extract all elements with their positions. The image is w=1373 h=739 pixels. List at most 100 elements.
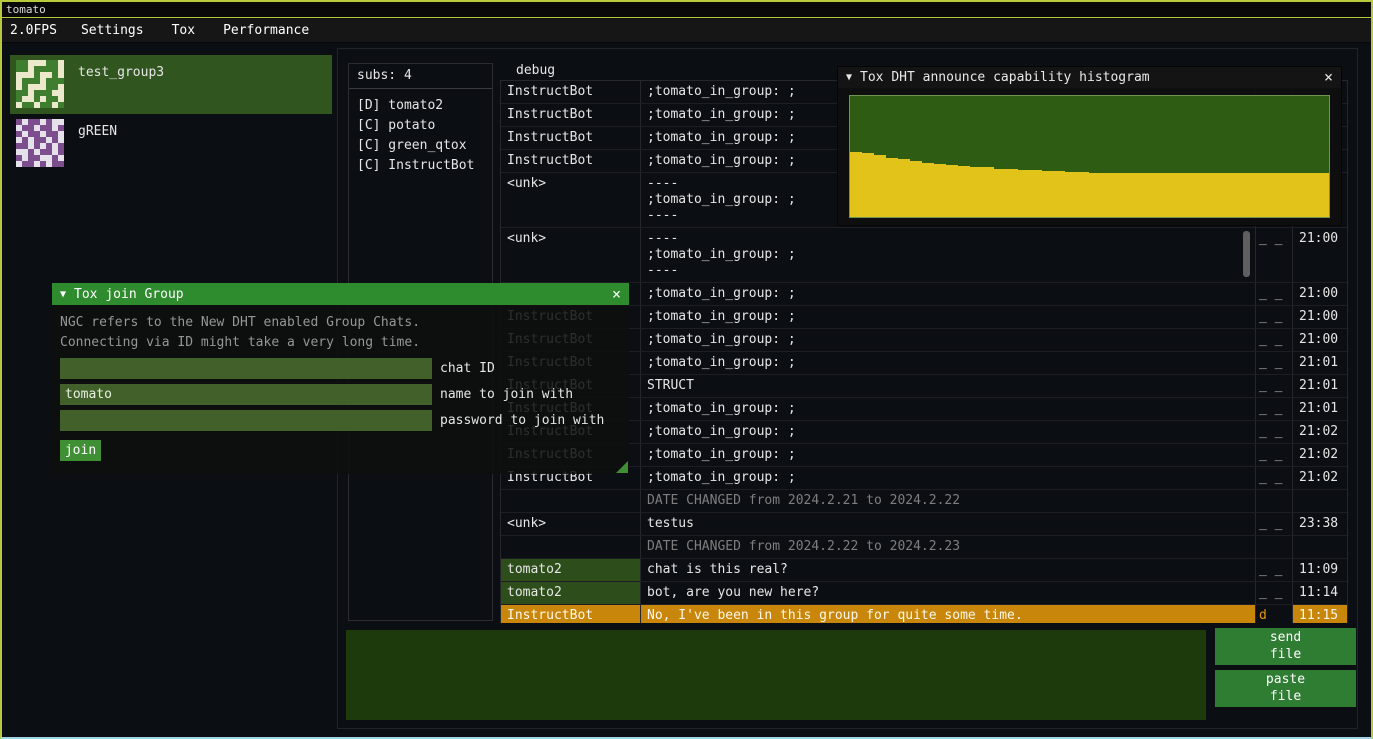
histogram-bar [1125, 173, 1137, 217]
histogram-bar [1113, 173, 1125, 217]
group-avatar [16, 60, 64, 108]
histogram-bar [982, 167, 994, 217]
histogram-bar [958, 166, 970, 217]
message-time: 11:15 [1293, 605, 1347, 623]
collapse-arrow-icon[interactable]: ▼ [846, 72, 852, 83]
contact-list: test_group3 gREEN [10, 55, 332, 173]
histogram-bar [1137, 173, 1149, 217]
histogram-bar [1101, 173, 1113, 217]
message-text: chat is this real? [641, 559, 1256, 581]
join-group-title: Tox join Group [74, 287, 184, 302]
message-time: 21:02 [1293, 444, 1347, 466]
histogram-bar [1185, 173, 1197, 217]
message-flags: _ _ [1256, 228, 1293, 282]
histogram-bar [1293, 173, 1305, 217]
message-author: <unk> [501, 173, 641, 227]
message-time: 21:01 [1293, 352, 1347, 374]
message-time: 23:38 [1293, 513, 1347, 535]
close-icon[interactable]: × [612, 287, 621, 302]
message-text: ;tomato_in_group: ; [641, 352, 1256, 374]
message-text: DATE CHANGED from 2024.2.22 to 2024.2.23 [641, 536, 1256, 558]
fps-counter: 2.0FPS [2, 23, 67, 38]
dht-histogram-title: Tox DHT announce capability histogram [860, 70, 1150, 85]
message-row[interactable]: tomato2bot, are you new here?_ _11:14 [501, 582, 1347, 605]
date-separator-row[interactable]: DATE CHANGED from 2024.2.22 to 2024.2.23 [501, 536, 1347, 559]
subs-member[interactable]: [C] InstructBot [357, 156, 484, 176]
message-flags: _ _ [1256, 559, 1293, 581]
message-row[interactable]: tomato2chat is this real?_ _11:09 [501, 559, 1347, 582]
window-title: tomato [6, 3, 46, 16]
contact-name: test_group3 [78, 60, 164, 80]
join-group-window: ▼ Tox join Group × NGC refers to the New… [52, 283, 629, 474]
date-separator-row[interactable]: DATE CHANGED from 2024.2.21 to 2024.2.22 [501, 490, 1347, 513]
message-input[interactable] [346, 630, 1206, 720]
histogram-bar [1281, 173, 1293, 217]
collapse-arrow-icon[interactable]: ▼ [60, 289, 66, 300]
message-flags: _ _ [1256, 582, 1293, 604]
message-text: STRUCT [641, 375, 1256, 397]
message-author: InstructBot [501, 127, 641, 149]
join-password-label: password to join with [440, 413, 604, 428]
histogram-bar [1161, 173, 1173, 217]
histogram-bar [1006, 169, 1018, 217]
histogram-bar [1317, 173, 1329, 217]
message-flags: _ _ [1256, 467, 1293, 489]
histogram-bar [1221, 173, 1233, 217]
join-name-input[interactable] [60, 384, 432, 405]
contact-item-test-group3[interactable]: test_group3 [10, 55, 332, 114]
message-flags: _ _ [1256, 352, 1293, 374]
histogram-bar [1149, 173, 1161, 217]
histogram-bar [910, 161, 922, 217]
message-author: InstructBot [501, 81, 641, 103]
message-flags: _ _ [1256, 375, 1293, 397]
close-icon[interactable]: × [1324, 70, 1333, 85]
join-password-input[interactable] [60, 410, 432, 431]
chat-id-input[interactable] [60, 358, 432, 379]
message-row[interactable]: <unk>---- ;tomato_in_group: ; ----_ _21:… [501, 228, 1347, 283]
contact-item-green[interactable]: gREEN [10, 114, 332, 173]
join-group-body: NGC refers to the New DHT enabled Group … [52, 305, 629, 474]
subs-header: subs: 4 [349, 64, 492, 89]
message-author: InstructBot [501, 605, 641, 623]
message-flags: _ _ [1256, 513, 1293, 535]
join-group-titlebar[interactable]: ▼ Tox join Group × [52, 283, 629, 305]
message-text: ;tomato_in_group: ; [641, 398, 1256, 420]
message-text: DATE CHANGED from 2024.2.21 to 2024.2.22 [641, 490, 1256, 512]
histogram-bar [874, 155, 886, 217]
subs-member[interactable]: [D] tomato2 [357, 96, 484, 116]
menu-item-settings[interactable]: Settings [67, 20, 158, 41]
join-button[interactable]: join [60, 440, 101, 461]
message-time: 21:01 [1293, 398, 1347, 420]
join-name-label: name to join with [440, 387, 573, 402]
message-row[interactable]: <unk>testus_ _23:38 [501, 513, 1347, 536]
message-text: ;tomato_in_group: ; [641, 467, 1256, 489]
message-flags: _ _ [1256, 283, 1293, 305]
histogram-bar [946, 165, 958, 217]
histogram-bar [1018, 170, 1030, 217]
menu-item-performance[interactable]: Performance [209, 20, 323, 41]
dht-histogram-titlebar[interactable]: ▼ Tox DHT announce capability histogram … [837, 66, 1342, 88]
message-row[interactable]: InstructBotNo, I've been in this group f… [501, 605, 1347, 623]
message-text: ;tomato_in_group: ; [641, 283, 1256, 305]
subs-member[interactable]: [C] green_qtox [357, 136, 484, 156]
message-scrollbar[interactable] [1243, 231, 1250, 277]
send-file-button[interactable]: send file [1215, 628, 1356, 665]
message-time: 21:00 [1293, 306, 1347, 328]
message-time: 11:14 [1293, 582, 1347, 604]
paste-file-button[interactable]: paste file [1215, 670, 1356, 707]
subs-member[interactable]: [C] potato [357, 116, 484, 136]
message-flags [1256, 490, 1293, 512]
resize-grip[interactable] [616, 461, 628, 473]
message-author [501, 536, 641, 558]
join-group-desc-line1: NGC refers to the New DHT enabled Group … [60, 313, 621, 333]
message-time: 21:02 [1293, 421, 1347, 443]
menu-item-tox[interactable]: Tox [158, 20, 209, 41]
histogram-bar [1245, 173, 1257, 217]
message-author: tomato2 [501, 559, 641, 581]
message-flags: d [1256, 605, 1293, 623]
window-titlebar[interactable]: tomato [2, 2, 1371, 18]
message-time [1293, 490, 1347, 512]
menu-bar: 2.0FPS Settings Tox Performance [2, 19, 1371, 43]
message-text: bot, are you new here? [641, 582, 1256, 604]
histogram-bar [922, 163, 934, 217]
